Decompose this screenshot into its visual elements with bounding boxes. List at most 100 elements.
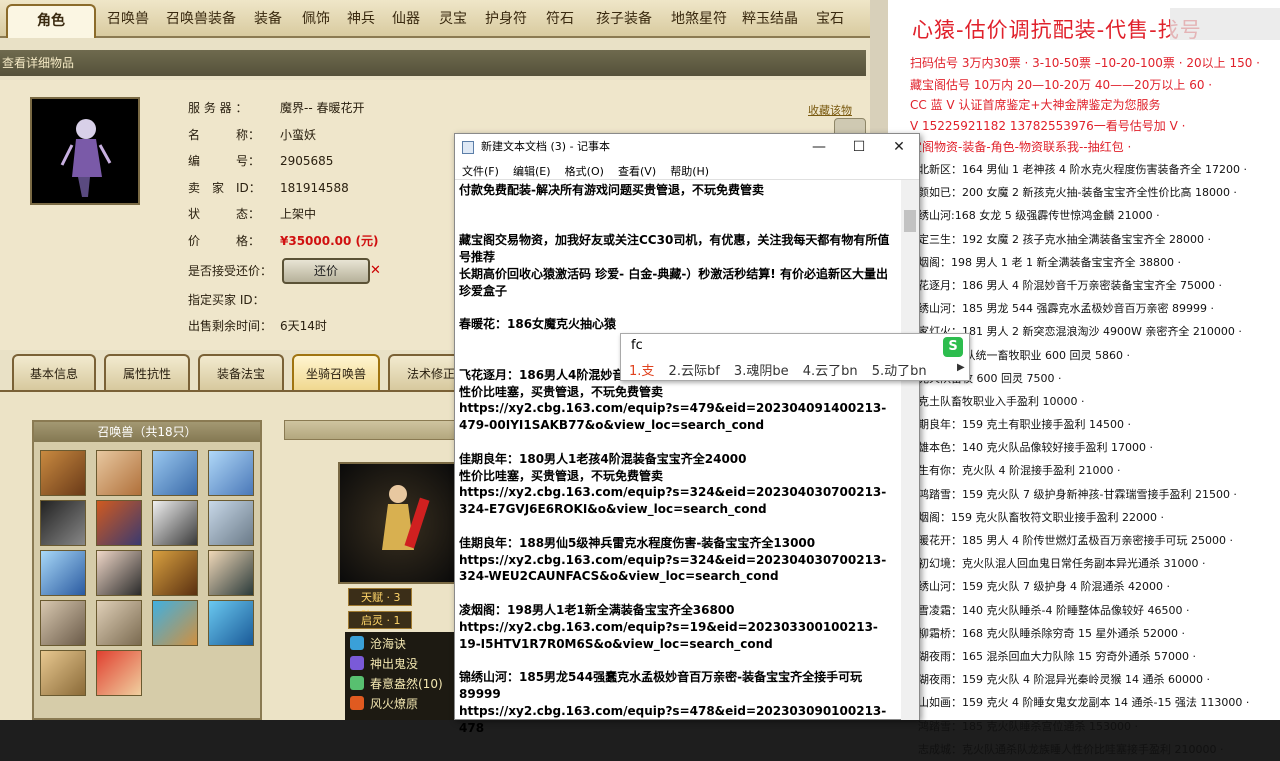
notepad-scrollbar[interactable]	[901, 180, 919, 720]
list-item: 克火队畜牧 600 回灵 7500 ·	[918, 371, 1062, 385]
list-item: 绣山河:168 女龙 5 级强霹传世惊鸿金麟 21000 ·	[918, 209, 1160, 223]
overlay-line: 藏宝阁估号 10万内 20—10-20万 40——20万以上 60 ·	[910, 78, 1213, 92]
buyer-row: 指定买家 ID：	[188, 293, 265, 307]
pet-slot[interactable]	[40, 650, 86, 696]
tab-mount-summon[interactable]: 坐骑召唤兽	[292, 354, 380, 390]
ime-candidate[interactable]: 1.支	[629, 364, 654, 379]
tab-gem[interactable]: 宝石	[808, 4, 852, 34]
list-item: 暖花开：185 男人 4 阶传世燃灯孟极百万亲密接手可玩 25000 ·	[918, 534, 1233, 547]
tab-jade[interactable]: 粹玉结晶	[736, 4, 804, 34]
pet-slot[interactable]	[96, 600, 142, 646]
counter-offer-button[interactable]: 还价	[282, 258, 370, 284]
tab-basic-info[interactable]: 基本信息	[12, 354, 96, 390]
ime-logo-icon: S	[943, 337, 963, 357]
skill-item[interactable]: 春意盎然(10)	[350, 675, 443, 693]
tab-spirit-treasure[interactable]: 灵宝	[432, 4, 474, 34]
menu-format[interactable]: 格式(O)	[565, 162, 604, 182]
pet-slot[interactable]	[208, 600, 254, 646]
pet-panel-title: 召唤兽（共18只）	[34, 422, 260, 442]
menu-view[interactable]: 查看(V)	[618, 162, 656, 182]
tab-equip[interactable]: 装备	[246, 4, 290, 34]
list-item: 湖夜雨：165 混杀回血大力队除 15 穷奇外通杀 57000 ·	[918, 649, 1196, 663]
pet-slot[interactable]	[96, 650, 142, 696]
list-item: 雄本色：140 克火队品像较好接手盈利 17000 ·	[918, 441, 1153, 455]
pet-slot[interactable]	[40, 500, 86, 546]
overlay-line: CC 蓝 V 认证首席鉴定+大神金牌鉴定为您服务	[910, 98, 1161, 112]
list-item: 鸿踏雪：185 克火队睡杀宫位通杀 153000 ·	[918, 719, 1138, 733]
skill-item[interactable]: 神出鬼没	[350, 655, 418, 673]
tab-artifact[interactable]: 仙器	[384, 4, 428, 34]
skill-item[interactable]: 沧海诀	[350, 635, 406, 653]
scrollbar-thumb[interactable]	[904, 210, 916, 232]
favorite-link[interactable]: 收藏该物	[808, 102, 852, 118]
wave-icon	[350, 636, 364, 650]
pet-slot[interactable]	[96, 500, 142, 546]
tab-attributes[interactable]: 属性抗性	[104, 354, 190, 390]
tab-summon[interactable]: 召唤兽	[100, 4, 156, 34]
list-item: 雪凌霜：140 克火队睡杀-4 阶睡整体品像较好 46500 ·	[918, 603, 1190, 617]
character-portrait	[30, 97, 140, 205]
tab-role[interactable]: 角色	[6, 4, 96, 38]
pet-slot[interactable]	[152, 600, 198, 646]
ghost-icon	[350, 656, 364, 670]
list-item: 克土队畜牧职业入手盈利 10000 ·	[918, 394, 1085, 408]
awaken-badge: 启灵 · 1次	[348, 611, 412, 645]
list-item: 颜如已：200 女魔 2 新孩克火抽-装备宝宝齐全性价比高 18000 ·	[918, 186, 1237, 200]
tab-child-equip[interactable]: 孩子装备	[586, 4, 662, 34]
overlay-title: 心猿-估价调抗配装-代售-找号	[912, 18, 1202, 42]
tab-summon-equip[interactable]: 召唤兽装备	[160, 4, 242, 34]
menu-edit[interactable]: 编辑(E)	[513, 162, 551, 182]
pet-slot[interactable]	[152, 550, 198, 596]
leaf-icon	[350, 676, 364, 690]
pet-slot[interactable]	[40, 600, 86, 646]
pet-slot[interactable]	[152, 500, 198, 546]
menu-help[interactable]: 帮助(H)	[670, 162, 709, 182]
list-item: 绣山河：185 男龙 544 强霹克水孟极妙音百万亲密 89999 ·	[918, 302, 1214, 316]
overlay-line: V 15225921182 13782553976一看号估号加 V ·	[910, 119, 1186, 133]
pet-slot[interactable]	[208, 450, 254, 496]
notepad-text-area[interactable]: 付款免费配装-解决所有游戏问题买贵管退，不玩免费管卖 藏宝阁交易物资，加我好友或…	[459, 182, 899, 736]
tab-accessory[interactable]: 佩饰	[294, 4, 338, 34]
overlay-line: 扫码估号 3万内30票 · 3-10-50票 –10-20-100票 · 20以…	[910, 56, 1260, 70]
minimize-button[interactable]: —	[799, 134, 839, 160]
price-list: 北新区：164 男仙 1 老神孩 4 阶水克火程度伤害装备齐全 17200 · …	[918, 158, 1280, 761]
list-item: 定三生：192 女魔 2 孩子克水抽全满装备宝宝齐全 28000 ·	[918, 232, 1211, 246]
pet-slot[interactable]	[40, 550, 86, 596]
ime-candidate[interactable]: 3.魂阴be	[734, 364, 789, 379]
tab-amulet[interactable]: 护身符	[478, 4, 534, 34]
maximize-button[interactable]: ☐	[839, 134, 879, 160]
tab-equip-treasure[interactable]: 装备法宝	[198, 354, 284, 390]
notepad-title: 新建文本文档 (3) - 记事本	[481, 140, 611, 153]
pet-slot[interactable]	[96, 550, 142, 596]
close-button[interactable]: ✕	[879, 134, 919, 160]
pet-slot[interactable]	[40, 450, 86, 496]
next-page-icon[interactable]: ▶	[957, 362, 965, 373]
pet-slot[interactable]	[96, 450, 142, 496]
seller-row: 卖 家 ID： 181914588	[188, 181, 349, 195]
pet-slot[interactable]	[208, 550, 254, 596]
pet-slot[interactable]	[152, 450, 198, 496]
skill-item[interactable]: 风火燎原	[350, 695, 418, 713]
menu-file[interactable]: 文件(F)	[462, 162, 499, 182]
pet-preview	[338, 462, 458, 584]
ime-candidate[interactable]: 4.云了bn	[803, 364, 858, 379]
tab-divine-weapon[interactable]: 神兵	[342, 4, 380, 34]
name-row: 名 称： 小蛮妖	[188, 128, 317, 142]
list-item: 北新区：164 男仙 1 老神孩 4 阶水克火程度伤害装备齐全 17200 ·	[918, 163, 1247, 176]
ime-candidates: 1.支 2.云际bf 3.魂阴be 4.云了bn 5.动了bn	[629, 360, 937, 379]
tab-rune[interactable]: 符石	[538, 4, 582, 34]
ime-candidate[interactable]: 2.云际bf	[669, 364, 720, 379]
ime-candidate[interactable]: 5.动了bn	[872, 364, 927, 379]
notepad-menubar: 文件(F) 编辑(E) 格式(O) 查看(V) 帮助(H)	[455, 160, 919, 180]
close-icon[interactable]: ✕	[370, 263, 381, 278]
category-tab-bar: 角色 召唤兽 召唤兽装备 装备 佩饰 神兵 仙器 灵宝 护身符 符石 孩子装备 …	[0, 0, 870, 38]
tab-star-rune[interactable]: 地煞星符	[664, 4, 734, 34]
offer-row: 是否接受还价：	[188, 264, 273, 278]
list-item: 绣山河：159 克火队 7 级护身 4 阶混通杀 42000 ·	[918, 580, 1170, 594]
price-value: ¥35000.00 (元)	[280, 234, 379, 248]
list-item: 湖夜雨：159 克火队 4 阶混异光秦岭灵猴 14 通杀 60000 ·	[918, 673, 1210, 687]
list-item: 生有你：克火队 4 阶混接手盈利 21000 ·	[918, 464, 1121, 478]
detail-header: 查看详细物品	[0, 50, 866, 76]
pet-slot[interactable]	[208, 500, 254, 546]
list-item: 鸿踏雪：159 克火队 7 级护身新神孩-甘霖瑞雪接手盈利 21500 ·	[918, 487, 1237, 501]
